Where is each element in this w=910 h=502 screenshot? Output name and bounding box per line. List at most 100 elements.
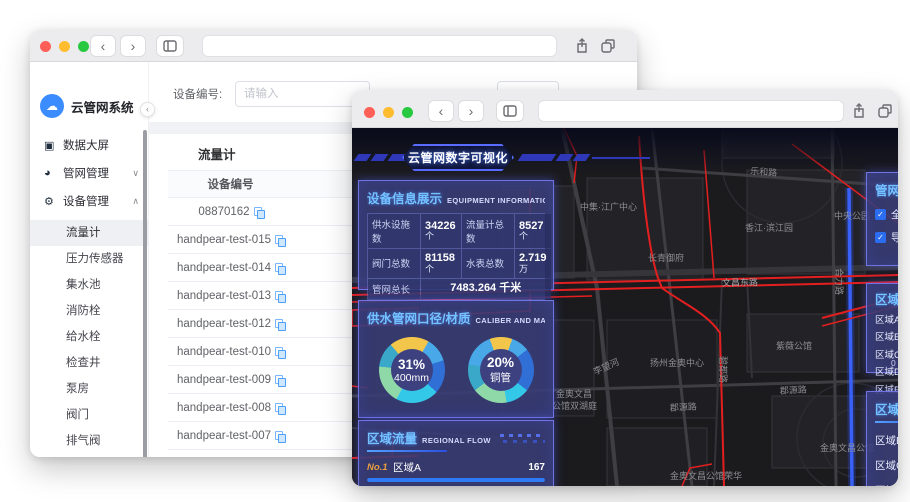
sidebar-scrollbar[interactable] (143, 130, 147, 457)
stat-unit: 个 (519, 231, 529, 242)
copy-icon (877, 103, 892, 118)
stat-unit: 个 (425, 263, 435, 274)
map-label: 香江·滨江园 (745, 222, 793, 233)
copy-icon (600, 38, 615, 53)
close-window-button[interactable] (40, 41, 51, 52)
stat-label: 流量计总数 (466, 220, 505, 245)
chevron-down-icon: ∨ (132, 167, 139, 178)
copy-id-icon[interactable] (274, 374, 286, 387)
legend-label: 区域A (875, 314, 898, 326)
sidebar-subitem-water-hydrant[interactable]: 给水栓 (30, 324, 149, 350)
address-bar[interactable] (202, 35, 557, 57)
map-label: 紫薇公馆 (776, 340, 812, 351)
tab-overview-button[interactable] (496, 100, 524, 122)
share-button[interactable] (849, 101, 869, 121)
back-button[interactable]: ‹ (90, 35, 116, 57)
panel-subtitle: EQUIPMENT INFORMATION (447, 196, 545, 205)
sidebar-collapse-button[interactable]: ‹ (140, 102, 155, 117)
copy-id-icon[interactable] (274, 290, 286, 303)
dashboard-title-badge: 云管网数字可视化 (402, 144, 514, 171)
forward-button[interactable]: › (458, 100, 484, 122)
layer-checkbox-row[interactable]: 导入 (875, 230, 898, 245)
minimize-window-button[interactable] (59, 41, 70, 52)
share-button[interactable] (572, 36, 592, 56)
region-flow-row: 区域C (875, 460, 898, 472)
stat-value: 2.719 (519, 252, 547, 264)
checkbox-label: 导入 (891, 232, 898, 244)
copy-id-icon[interactable] (274, 346, 286, 359)
copy-tabs-button[interactable] (598, 36, 618, 56)
region-flow-row: 区域D (875, 483, 898, 486)
stat-label: 阀门总数 (372, 259, 411, 271)
zoom-window-button[interactable] (78, 41, 89, 52)
gear-icon: ⚙ (44, 195, 54, 208)
tab-overview-button[interactable] (156, 35, 184, 57)
chevron-up-icon: ∧ (132, 195, 139, 206)
panel-subtitle: CALIBER AND MATERIAL (475, 316, 545, 325)
sidebar-subitem-fire-hydrant[interactable]: 消防栓 (30, 298, 149, 324)
copy-id-icon[interactable] (274, 262, 286, 275)
close-window-button[interactable] (364, 107, 375, 118)
caliber-material-panel: 供水管网口径/材质 CALIBER AND MATERIAL 31% 400mm… (358, 300, 554, 418)
browser-titlebar[interactable]: ‹ › (30, 30, 637, 62)
browser-titlebar[interactable]: ‹ › (352, 90, 898, 128)
map-label: 金奥文昌 (556, 388, 592, 399)
map-label: 公馆双湖庭 (552, 400, 597, 411)
copy-id-icon[interactable] (274, 318, 286, 331)
panel-title: 供水管网口径/材质 (367, 312, 471, 326)
zoom-window-button[interactable] (402, 107, 413, 118)
sidebar-subitem-outlet[interactable]: 出水口 (30, 454, 149, 457)
donut-label: 铜管 (490, 372, 511, 384)
sidebar-subitem-pressure-sensor[interactable]: 压力传感器 (30, 246, 149, 272)
panel-subtitle: REGIONAL FLOW (422, 436, 491, 445)
screenshot-canvas: ‹ › ☁ 云管网系统 ▣ 数据大屏 ◕ 管网管理 ∨ ⚙ 设备管理 ∧ 流量计… (0, 0, 910, 502)
sidebar-subitem-pump-house[interactable]: 泵房 (30, 376, 149, 402)
flow-row: No.1 区域A 167 (367, 460, 545, 475)
minimize-window-button[interactable] (383, 107, 394, 118)
sidebar-subitem-inspection-well[interactable]: 检查井 (30, 350, 149, 376)
donut-label: 400mm (393, 371, 429, 384)
sidebar-subitem-valve[interactable]: 阀门 (30, 402, 149, 428)
title-underline (367, 450, 447, 452)
device-id: handpear-test-015 (177, 233, 271, 246)
checkbox-checked-icon[interactable] (875, 232, 886, 243)
card-title: 流量计 (198, 148, 236, 162)
copy-tabs-button[interactable] (875, 101, 895, 121)
app-title: 云管网系统 (71, 100, 134, 115)
device-id: handpear-test-014 (177, 261, 271, 274)
dashboard-page: 乐和路 中集·江广中心 香江·滨江园 中央公园 长青御府 文昌东路 合力路 扬州… (352, 128, 898, 486)
axis-zero-label: 0 (891, 358, 896, 368)
traffic-lights (40, 41, 89, 52)
sidebar-item-data-screen[interactable]: ▣ 数据大屏 (30, 132, 149, 158)
stat-unit: 万 (519, 263, 529, 274)
regional-flow-list-panel: 区域流量 区域B 区域C 区域D 区域E (866, 391, 898, 486)
device-no-input[interactable] (235, 81, 370, 107)
checkbox-checked-icon[interactable] (875, 209, 886, 220)
copy-id-icon[interactable] (274, 402, 286, 415)
sidebar: ☁ 云管网系统 ▣ 数据大屏 ◕ 管网管理 ∨ ⚙ 设备管理 ∧ 流量计 压力传… (30, 62, 149, 457)
checkbox-label: 全选 (891, 209, 898, 221)
sidebar-item-label: 数据大屏 (63, 140, 109, 152)
sidebar-item-device-mgmt[interactable]: ⚙ 设备管理 ∧ (30, 188, 149, 214)
region-label: 区域A (393, 462, 422, 474)
map-label: 扬州金奥中心 (650, 357, 704, 368)
copy-id-icon[interactable] (253, 206, 265, 219)
sidebar-subitem-flowmeter[interactable]: 流量计 (30, 220, 149, 246)
sidebar-item-pipe-mgmt[interactable]: ◕ 管网管理 ∨ (30, 160, 149, 186)
sidebar-toggle-icon (163, 40, 177, 52)
device-id: handpear-test-008 (177, 401, 271, 414)
copy-id-icon[interactable] (274, 234, 286, 247)
layer-checkbox-row[interactable]: 全选 (875, 207, 898, 222)
back-button[interactable]: ‹ (428, 100, 454, 122)
sidebar-subitem-exhaust-valve[interactable]: 排气阀 (30, 428, 149, 454)
device-id: handpear-test-013 (177, 289, 271, 302)
address-bar[interactable] (538, 100, 844, 122)
panel-title: 区域峰值 (875, 293, 898, 307)
copy-id-icon[interactable] (274, 430, 286, 443)
panel-title: 设备信息展示 (367, 192, 443, 206)
forward-button[interactable]: › (120, 35, 146, 57)
device-id: handpear-test-010 (177, 345, 271, 358)
map-label: 合力路 (834, 268, 845, 295)
sidebar-subitem-sump[interactable]: 集水池 (30, 272, 149, 298)
sidebar-item-label: 设备管理 (63, 196, 109, 208)
